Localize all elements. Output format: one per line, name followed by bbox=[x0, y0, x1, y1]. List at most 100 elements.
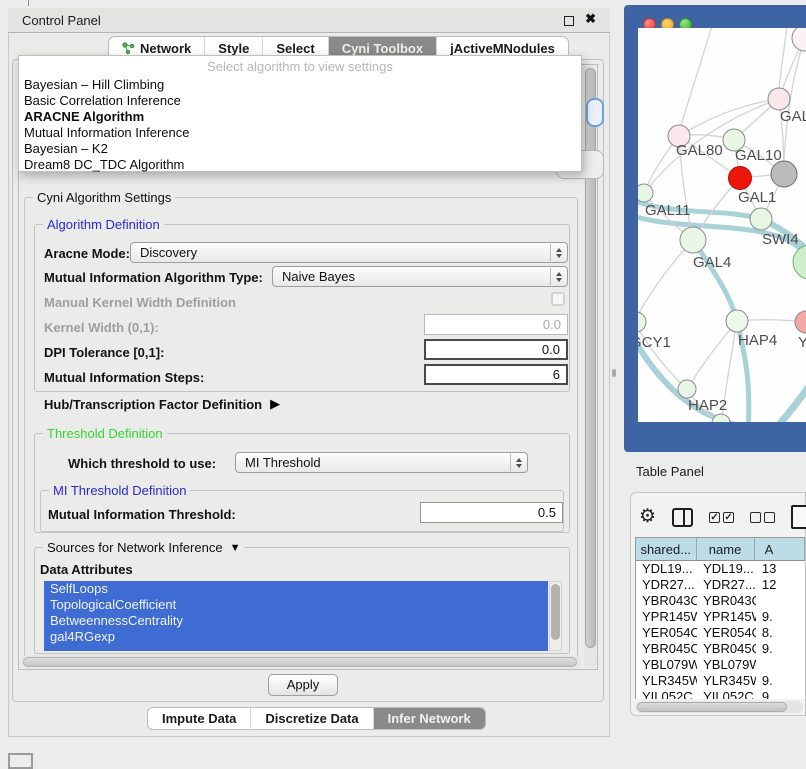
algorithm-dropdown-popup: Select algorithm to view settings Bayesi… bbox=[18, 55, 582, 172]
table-row[interactable]: YBL079W YBL079W bbox=[636, 657, 805, 673]
kernel-width-label: Kernel Width (0,1): bbox=[44, 320, 159, 335]
expand-right-icon: ▶ bbox=[270, 396, 280, 412]
node-label: HAP2 bbox=[688, 397, 727, 414]
attributes-list-scrollbar-thumb[interactable] bbox=[551, 584, 560, 640]
list-item[interactable]: TopologicalCoefficient bbox=[44, 597, 548, 613]
cell: 9. bbox=[756, 609, 805, 625]
aracne-mode-combo[interactable]: Discovery bbox=[130, 242, 568, 263]
cell: YBR045C bbox=[636, 641, 697, 657]
table-row[interactable]: YER054C YER054C 8. bbox=[636, 625, 805, 641]
cell: YDL19... bbox=[636, 561, 697, 577]
table-row[interactable]: YLR345W YLR345W 9. bbox=[636, 673, 805, 689]
network-graph: GAL GAL80 GAL10 GAL1 GAL11 SWI4 GAL4 GCY… bbox=[638, 28, 806, 422]
tab-style-label: Style bbox=[218, 41, 249, 56]
tab-infer-network-label: Infer Network bbox=[388, 711, 471, 726]
column-header-name[interactable]: name bbox=[697, 538, 755, 560]
gear-icon[interactable]: ⚙ bbox=[639, 507, 656, 527]
algorithm-option[interactable]: Bayesian – Hill Climbing bbox=[24, 77, 164, 92]
deselect-all-checks-icon[interactable] bbox=[750, 512, 775, 523]
sources-group-header[interactable]: Sources for Network Inference ▼ bbox=[43, 540, 244, 555]
column-header-partial[interactable]: A bbox=[755, 538, 805, 560]
dpi-tolerance-input[interactable] bbox=[424, 339, 568, 360]
cell bbox=[756, 657, 805, 673]
node-swi4[interactable] bbox=[793, 245, 806, 279]
node-salmon[interactable] bbox=[795, 311, 806, 333]
algorithm-option[interactable]: Bayesian – K2 bbox=[24, 141, 108, 156]
table-row[interactable]: YDR27... YDR27... 12 bbox=[636, 577, 805, 593]
manual-kernel-checkbox[interactable] bbox=[551, 292, 565, 306]
sources-group-title: Sources for Network Inference bbox=[47, 540, 223, 555]
table-row[interactable]: YIL052C YIL052C 9 bbox=[636, 689, 805, 699]
cell: YBL079W bbox=[697, 657, 756, 673]
algorithm-option[interactable]: Basic Correlation Inference bbox=[24, 93, 181, 108]
column-header-shared-name[interactable]: shared... bbox=[636, 538, 697, 560]
mi-type-combo[interactable]: Naive Bayes bbox=[272, 266, 568, 287]
apply-button[interactable]: Apply bbox=[268, 674, 338, 696]
columns-icon[interactable] bbox=[672, 508, 693, 527]
mi-type-value: Naive Bayes bbox=[282, 269, 355, 284]
data-attributes-label: Data Attributes bbox=[40, 562, 133, 577]
cell: 8. bbox=[756, 625, 805, 641]
which-threshold-combo[interactable]: MI Threshold bbox=[235, 452, 528, 473]
table-row[interactable]: YBR045C YBR045C 9. bbox=[636, 641, 805, 657]
combo-spinner-icon bbox=[550, 268, 566, 285]
node-gal1[interactable] bbox=[750, 208, 772, 230]
tab-infer-network[interactable]: Infer Network bbox=[374, 708, 485, 729]
table-panel-title: Table Panel bbox=[636, 464, 704, 479]
cell: 9. bbox=[756, 641, 805, 657]
mi-threshold-input[interactable] bbox=[420, 502, 563, 523]
network-view-window[interactable]: GAL GAL80 GAL10 GAL1 GAL11 SWI4 GAL4 GCY… bbox=[624, 5, 806, 452]
combo-spinner-icon bbox=[550, 244, 566, 261]
tab-impute-data[interactable]: Impute Data bbox=[148, 708, 251, 729]
cell: 9. bbox=[756, 673, 805, 689]
manual-kernel-label: Manual Kernel Width Definition bbox=[44, 295, 236, 310]
close-panel-icon[interactable]: ✖ bbox=[585, 11, 596, 27]
cyni-algorithm-settings-title: Cyni Algorithm Settings bbox=[33, 190, 175, 205]
cell: YDL19... bbox=[697, 561, 756, 577]
mi-steps-input[interactable] bbox=[424, 364, 568, 385]
export-table-icon[interactable] bbox=[791, 505, 806, 529]
node[interactable] bbox=[768, 88, 790, 110]
table-row[interactable]: YDL19... YDL19... 13 bbox=[636, 561, 805, 577]
tab-discretize-data[interactable]: Discretize Data bbox=[251, 708, 373, 729]
data-attributes-list[interactable]: SelfLoops TopologicalCoefficient Between… bbox=[44, 581, 548, 651]
tab-impute-data-label: Impute Data bbox=[162, 711, 236, 726]
bottom-tabbar: Impute Data Discretize Data Infer Networ… bbox=[147, 707, 486, 730]
node-gray[interactable] bbox=[771, 161, 797, 187]
control-panel-title: Control Panel bbox=[22, 13, 101, 28]
list-item[interactable]: BetweennessCentrality bbox=[44, 613, 548, 629]
cell: 13 bbox=[756, 561, 805, 577]
node-gal4[interactable] bbox=[680, 227, 706, 253]
kernel-width-input[interactable] bbox=[424, 314, 568, 335]
node-hap2[interactable] bbox=[678, 380, 696, 398]
node-hap4[interactable] bbox=[726, 310, 748, 332]
settings-horizontal-scrollbar-thumb[interactable] bbox=[23, 657, 577, 667]
cell: YIL052C bbox=[697, 689, 756, 699]
split-pane-handle[interactable] bbox=[612, 369, 616, 377]
node-label: SWI4 bbox=[762, 231, 799, 248]
node-label: GAL11 bbox=[645, 202, 691, 219]
node-red-selected[interactable] bbox=[729, 167, 752, 190]
table-row[interactable]: YBR043C YBR043C bbox=[636, 593, 805, 609]
table-row[interactable]: YPR145W YPR145W 9. bbox=[636, 609, 805, 625]
select-all-checks-icon[interactable]: ✓✓ bbox=[709, 512, 734, 523]
algorithm-option[interactable]: Dream8 DC_TDC Algorithm bbox=[24, 157, 184, 172]
algorithm-dropdown-prompt: Select algorithm to view settings bbox=[19, 59, 581, 74]
cell bbox=[756, 593, 805, 609]
node[interactable] bbox=[792, 28, 806, 51]
node-gcy1[interactable] bbox=[638, 312, 646, 332]
table-horizontal-scrollbar[interactable] bbox=[635, 701, 803, 713]
minimized-panel-icon[interactable] bbox=[8, 753, 33, 769]
node-gal11[interactable] bbox=[638, 184, 653, 202]
aracne-mode-value: Discovery bbox=[140, 245, 197, 260]
algorithm-option[interactable]: Mutual Information Inference bbox=[24, 125, 189, 140]
tab-cyni-toolbox-label: Cyni Toolbox bbox=[342, 41, 423, 56]
list-item[interactable]: SelfLoops bbox=[44, 581, 548, 597]
hub-definition-toggle[interactable]: Hub/Transcription Factor Definition ▶ bbox=[44, 396, 280, 412]
table-horizontal-scrollbar-thumb[interactable] bbox=[637, 702, 787, 712]
algorithm-option-selected[interactable]: ARACNE Algorithm bbox=[24, 109, 144, 124]
focused-combobox-fragment bbox=[586, 98, 604, 127]
network-canvas[interactable]: GAL GAL80 GAL10 GAL1 GAL11 SWI4 GAL4 GCY… bbox=[638, 28, 806, 422]
list-item[interactable]: gal4RGexp bbox=[44, 629, 548, 645]
float-panel-icon[interactable] bbox=[564, 16, 574, 26]
